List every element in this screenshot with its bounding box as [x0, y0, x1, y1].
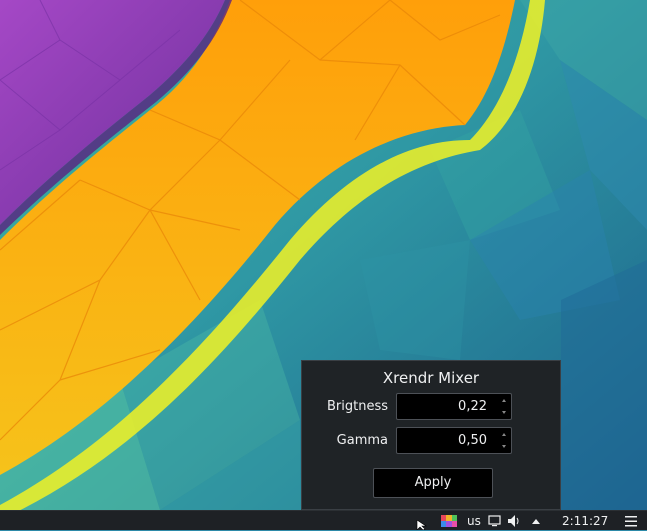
brightness-label: Brigtness: [326, 399, 388, 414]
color-palette-icon[interactable]: [441, 515, 457, 527]
increment-arrow-icon[interactable]: [502, 433, 506, 436]
volume-icon[interactable]: [507, 511, 520, 531]
hamburger-menu-icon[interactable]: [624, 511, 638, 531]
decrement-arrow-icon[interactable]: [502, 445, 506, 448]
brightness-stepper[interactable]: [501, 397, 509, 417]
brightness-input[interactable]: [397, 394, 491, 419]
decrement-arrow-icon[interactable]: [502, 411, 506, 414]
popup-title: Xrendr Mixer: [382, 369, 480, 387]
taskbar-panel: us 2:11:27: [0, 510, 647, 530]
increment-arrow-icon[interactable]: [502, 399, 506, 402]
keyboard-layout-indicator[interactable]: us: [467, 511, 481, 531]
apply-button[interactable]: Apply: [373, 468, 493, 498]
brightness-spinbox[interactable]: [396, 393, 512, 420]
gamma-spinbox[interactable]: [396, 427, 512, 454]
clock[interactable]: 2:11:27: [562, 511, 608, 531]
gamma-stepper[interactable]: [501, 431, 509, 451]
monitor-icon[interactable]: [488, 511, 501, 531]
gamma-label: Gamma: [336, 433, 388, 448]
gamma-input[interactable]: [397, 428, 491, 453]
mouse-cursor-icon: [416, 520, 427, 530]
xrendr-mixer-popup: Xrendr Mixer Brigtness Gamma Apply: [301, 360, 561, 510]
arrow-up-icon[interactable]: [530, 511, 542, 531]
